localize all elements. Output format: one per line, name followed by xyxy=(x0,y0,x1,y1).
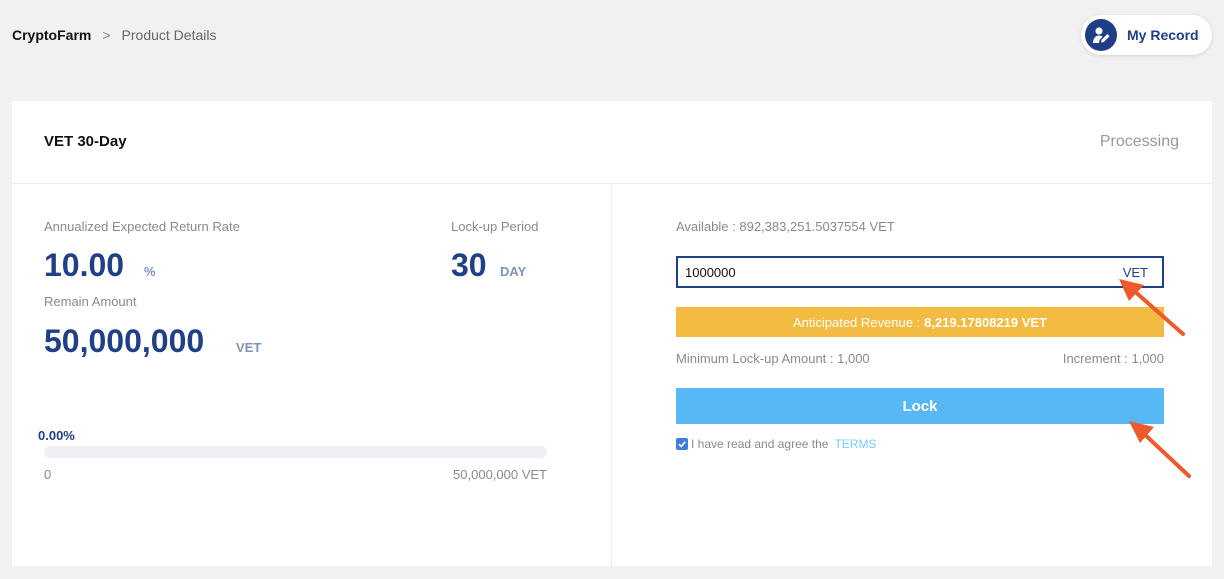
product-header: VET 30-Day Processing xyxy=(12,101,1212,184)
panel-divider xyxy=(611,184,612,566)
terms-link[interactable]: TERMS xyxy=(834,437,876,451)
minimum-lockup-amount: Minimum Lock-up Amount : 1,000 xyxy=(676,351,870,366)
user-edit-icon xyxy=(1085,19,1117,51)
annotation-arrow-icon xyxy=(1129,421,1191,478)
return-rate-value: 10.00 xyxy=(44,247,125,283)
available-balance: Available : 892,383,251.5037554 VET xyxy=(676,219,895,234)
remain-amount-value: 50,000,000 xyxy=(44,323,205,359)
my-record-button[interactable]: My Record xyxy=(1081,15,1212,55)
increment-amount: Increment : 1,000 xyxy=(1062,351,1164,366)
return-rate-unit: % xyxy=(144,264,156,279)
my-record-label: My Record xyxy=(1127,27,1199,43)
breadcrumb-current: Product Details xyxy=(121,27,217,43)
progress-max-label: 50,000,000 VET xyxy=(453,467,547,482)
annotation-arrow-icon xyxy=(1119,279,1185,336)
amount-field[interactable]: VET xyxy=(676,256,1164,288)
terms-text: I have read and agree the xyxy=(691,437,829,451)
breadcrumb-home[interactable]: CryptoFarm xyxy=(12,27,91,43)
revenue-value: 8,219.17808219 VET xyxy=(924,314,1048,330)
product-title: VET 30-Day xyxy=(44,133,127,150)
progress-bar xyxy=(44,446,547,458)
return-rate-label: Annualized Expected Return Rate xyxy=(44,219,240,234)
status-label: Processing xyxy=(1099,133,1179,150)
revenue-label: Anticipated Revenue : xyxy=(792,314,921,330)
check-icon xyxy=(678,441,686,448)
progress-min-label: 0 xyxy=(44,467,52,482)
anticipated-revenue-bar: Anticipated Revenue : 8,219.17808219 VET xyxy=(676,307,1164,337)
progress-percent: 0.00% xyxy=(38,428,75,443)
remain-amount-label: Remain Amount xyxy=(44,294,137,309)
breadcrumb-separator: > xyxy=(102,27,111,43)
remain-amount-unit: VET xyxy=(236,340,262,355)
breadcrumb: CryptoFarm > Product Details xyxy=(12,27,216,43)
lock-button[interactable]: Lock xyxy=(676,388,1164,424)
lockup-period-unit: DAY xyxy=(500,264,527,279)
product-card: VET 30-Day Processing Annualized Expecte… xyxy=(12,101,1212,566)
top-bar: CryptoFarm > Product Details My Record xyxy=(0,0,1224,72)
lockup-period-label: Lock-up Period xyxy=(451,219,539,234)
terms-row: I have read and agree the TERMS xyxy=(676,437,876,451)
terms-checkbox[interactable] xyxy=(676,438,688,450)
lockup-period-value: 30 xyxy=(451,247,487,283)
amount-input[interactable] xyxy=(678,264,1098,280)
